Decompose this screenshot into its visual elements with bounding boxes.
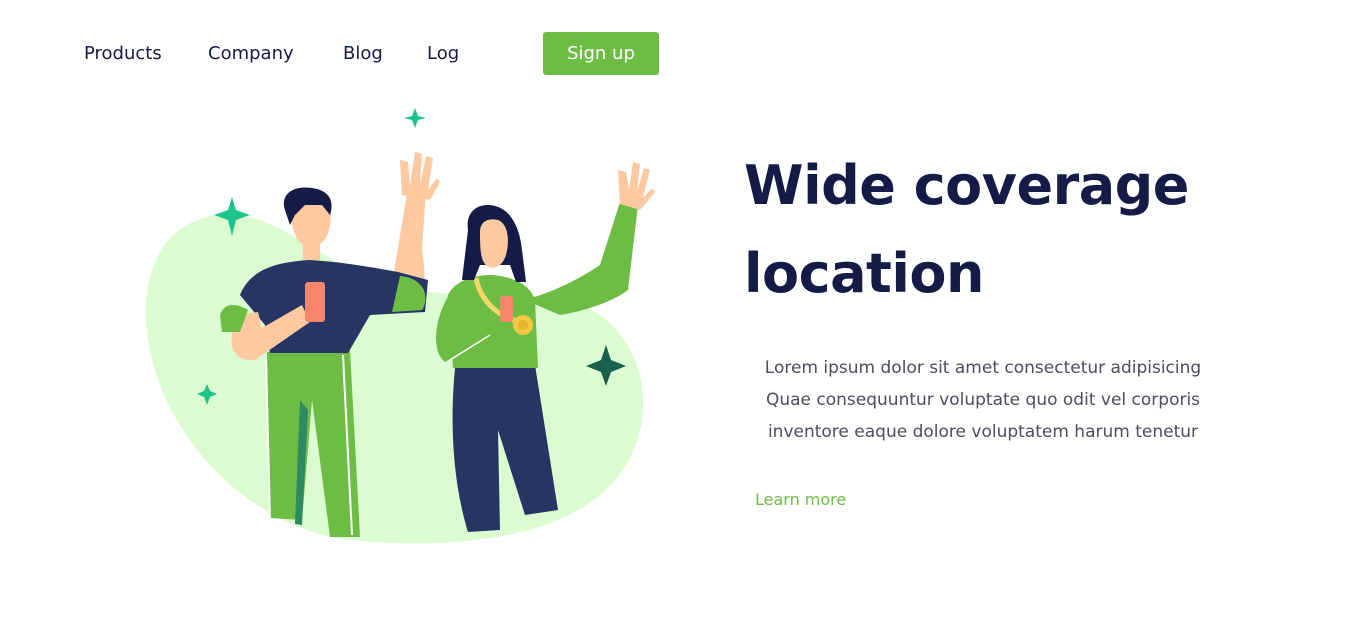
nav-link-products[interactable]: Products xyxy=(84,42,162,66)
people-waving-illustration xyxy=(145,108,655,544)
nav-link-blog[interactable]: Blog xyxy=(343,42,383,66)
nav-link-log[interactable]: Log xyxy=(427,42,459,66)
hero-title: Wide coverage location xyxy=(744,142,1304,318)
signup-button[interactable]: Sign up xyxy=(543,32,659,75)
hero-title-line1: Wide coverage xyxy=(744,154,1189,217)
hero-description-line1: Lorem ipsum dolor sit amet consectetur a… xyxy=(764,358,1202,378)
top-navigation: Products Company Blog Log Sign up xyxy=(0,0,1365,100)
hero-description-line3: inventore eaque dolore voluptatem harum … xyxy=(767,422,1199,442)
hero-title-line2: location xyxy=(744,242,984,305)
nav-link-company[interactable]: Company xyxy=(208,42,294,66)
background-blob xyxy=(145,214,644,544)
hero-illustration xyxy=(130,100,670,550)
hero-description-line2: Quae consequuntur voluptate quo odit vel… xyxy=(765,390,1201,410)
learn-more-link[interactable]: Learn more xyxy=(755,489,846,511)
hero-description: Lorem ipsum dolor sit amet consectetur a… xyxy=(744,352,1222,448)
